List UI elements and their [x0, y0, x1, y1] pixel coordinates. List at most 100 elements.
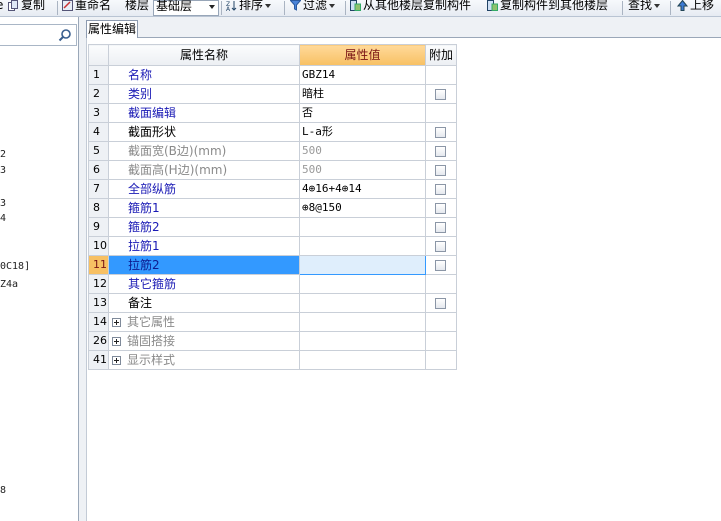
extra-cell [425, 103, 457, 123]
floor-select[interactable]: 基础层 [153, 0, 219, 16]
property-value[interactable] [299, 236, 426, 256]
search-icon[interactable] [58, 28, 72, 42]
row-number: 2 [88, 84, 109, 104]
property-value-editor[interactable] [299, 255, 426, 275]
property-name: 类别 [108, 84, 300, 104]
row-number: 13 [88, 293, 109, 313]
copy-to-other-floor-button[interactable]: 复制构件到其他楼层 [487, 0, 608, 16]
tab-property-edit[interactable]: 属性编辑 [86, 20, 138, 38]
extra-cell [425, 274, 457, 294]
table-row[interactable]: 9 箍筋2 [88, 217, 457, 237]
extra-checkbox[interactable] [435, 203, 446, 214]
table-row[interactable]: 3 截面编辑 否 [88, 103, 457, 123]
splitter[interactable] [79, 17, 87, 521]
property-name: 拉筋1 [108, 236, 300, 256]
search-input[interactable] [0, 24, 77, 46]
filter-icon [290, 0, 301, 11]
list-item[interactable]: 3 [0, 198, 6, 209]
property-value[interactable]: ⊕8@150 [299, 198, 426, 218]
extra-cell [425, 122, 457, 142]
extra-cell [425, 179, 457, 199]
table-row[interactable]: 2 类别 暗柱 [88, 84, 457, 104]
table-row[interactable]: 8 箍筋1 ⊕8@150 [88, 198, 457, 218]
extra-checkbox[interactable] [435, 127, 446, 138]
property-value[interactable]: L-a形 [299, 122, 426, 142]
extra-cell [425, 198, 457, 218]
chevron-down-icon [654, 3, 661, 8]
row-number: 11 [88, 255, 109, 275]
extra-checkbox[interactable] [435, 298, 446, 309]
sort-button[interactable]: Z A 排序 [226, 0, 272, 16]
row-number: 14 [88, 312, 109, 332]
row-number: 8 [88, 198, 109, 218]
list-item[interactable]: 3 [0, 165, 6, 176]
move-up-button[interactable]: 上移 [677, 0, 714, 16]
extra-checkbox[interactable] [435, 146, 446, 157]
row-number: 10 [88, 236, 109, 256]
property-grid: 属性名称 属性值 附加 1 名称 GBZ14 2 类别 暗柱 3 截面编辑 否 … [88, 44, 457, 370]
rename-button[interactable]: 重命名 [62, 0, 111, 16]
property-value[interactable]: 否 [299, 103, 426, 123]
extra-checkbox[interactable] [435, 184, 446, 195]
table-row-group[interactable]: 41 显示样式 [88, 350, 457, 370]
property-value[interactable] [299, 274, 426, 294]
find-button[interactable]: 查找 [628, 0, 661, 16]
extra-checkbox[interactable] [435, 241, 446, 252]
property-group[interactable]: 其它属性 [108, 312, 300, 332]
table-row[interactable]: 10 拉筋1 [88, 236, 457, 256]
copy-from-floor-icon [350, 0, 361, 11]
extra-cell [425, 293, 457, 313]
copy-button[interactable]: 复制 [8, 0, 45, 16]
property-name: 其它箍筋 [108, 274, 300, 294]
list-item[interactable]: 8 [0, 485, 6, 496]
table-row-group[interactable]: 14 其它属性 [88, 312, 457, 332]
copy-from-other-floor-button[interactable]: 从其他楼层复制构件 [350, 0, 471, 16]
extra-checkbox[interactable] [435, 89, 446, 100]
table-row[interactable]: 4 截面形状 L-a形 [88, 122, 457, 142]
property-value[interactable]: 500 [299, 141, 426, 161]
column-header-extra[interactable]: 附加 [425, 44, 457, 66]
list-item[interactable]: 0C18] [0, 261, 30, 272]
row-number: 12 [88, 274, 109, 294]
row-number: 3 [88, 103, 109, 123]
expand-plus-icon[interactable] [112, 318, 121, 327]
table-row[interactable]: 13 备注 [88, 293, 457, 313]
property-value[interactable]: 4⊕16+4⊕14 [299, 179, 426, 199]
table-row[interactable]: 6 截面高(H边)(mm) 500 [88, 160, 457, 180]
column-header-name[interactable]: 属性名称 [108, 44, 300, 66]
table-row-selected[interactable]: 11 拉筋2 [88, 255, 457, 275]
sort-icon: ZA [226, 1, 237, 11]
table-row[interactable]: 12 其它箍筋 [88, 274, 457, 294]
property-value[interactable]: 暗柱 [299, 84, 426, 104]
property-value[interactable] [299, 293, 426, 313]
table-row[interactable]: 1 名称 GBZ14 [88, 65, 457, 85]
extra-checkbox[interactable] [435, 165, 446, 176]
table-row[interactable]: 5 截面宽(B边)(mm) 500 [88, 141, 457, 161]
expand-plus-icon[interactable] [112, 337, 121, 346]
column-header-value[interactable]: 属性值 [299, 44, 426, 66]
property-name: 箍筋2 [108, 217, 300, 237]
extra-cell [425, 255, 457, 275]
filter-button[interactable]: 过滤 [290, 0, 336, 16]
extra-cell [425, 350, 457, 370]
property-value[interactable] [299, 217, 426, 237]
component-list-pane: 2 3 3 4 0C18] Z4a 8 [0, 17, 79, 521]
extra-cell [425, 312, 457, 332]
extra-cell [425, 160, 457, 180]
list-item[interactable]: 2 [0, 149, 6, 160]
property-group[interactable]: 锚固搭接 [108, 331, 300, 351]
property-group[interactable]: 显示样式 [108, 350, 300, 370]
list-item[interactable]: 4 [0, 213, 6, 224]
extra-checkbox[interactable] [435, 260, 446, 271]
table-row-group[interactable]: 26 锚固搭接 [88, 331, 457, 351]
row-number: 4 [88, 122, 109, 142]
property-name: 截面高(H边)(mm) [108, 160, 300, 180]
table-row[interactable]: 7 全部纵筋 4⊕16+4⊕14 [88, 179, 457, 199]
row-number-header [88, 44, 109, 66]
property-value[interactable]: 500 [299, 160, 426, 180]
extra-cell [425, 65, 457, 85]
property-value[interactable]: GBZ14 [299, 65, 426, 85]
extra-checkbox[interactable] [435, 222, 446, 233]
expand-plus-icon[interactable] [112, 356, 121, 365]
list-item[interactable]: Z4a [0, 279, 18, 290]
